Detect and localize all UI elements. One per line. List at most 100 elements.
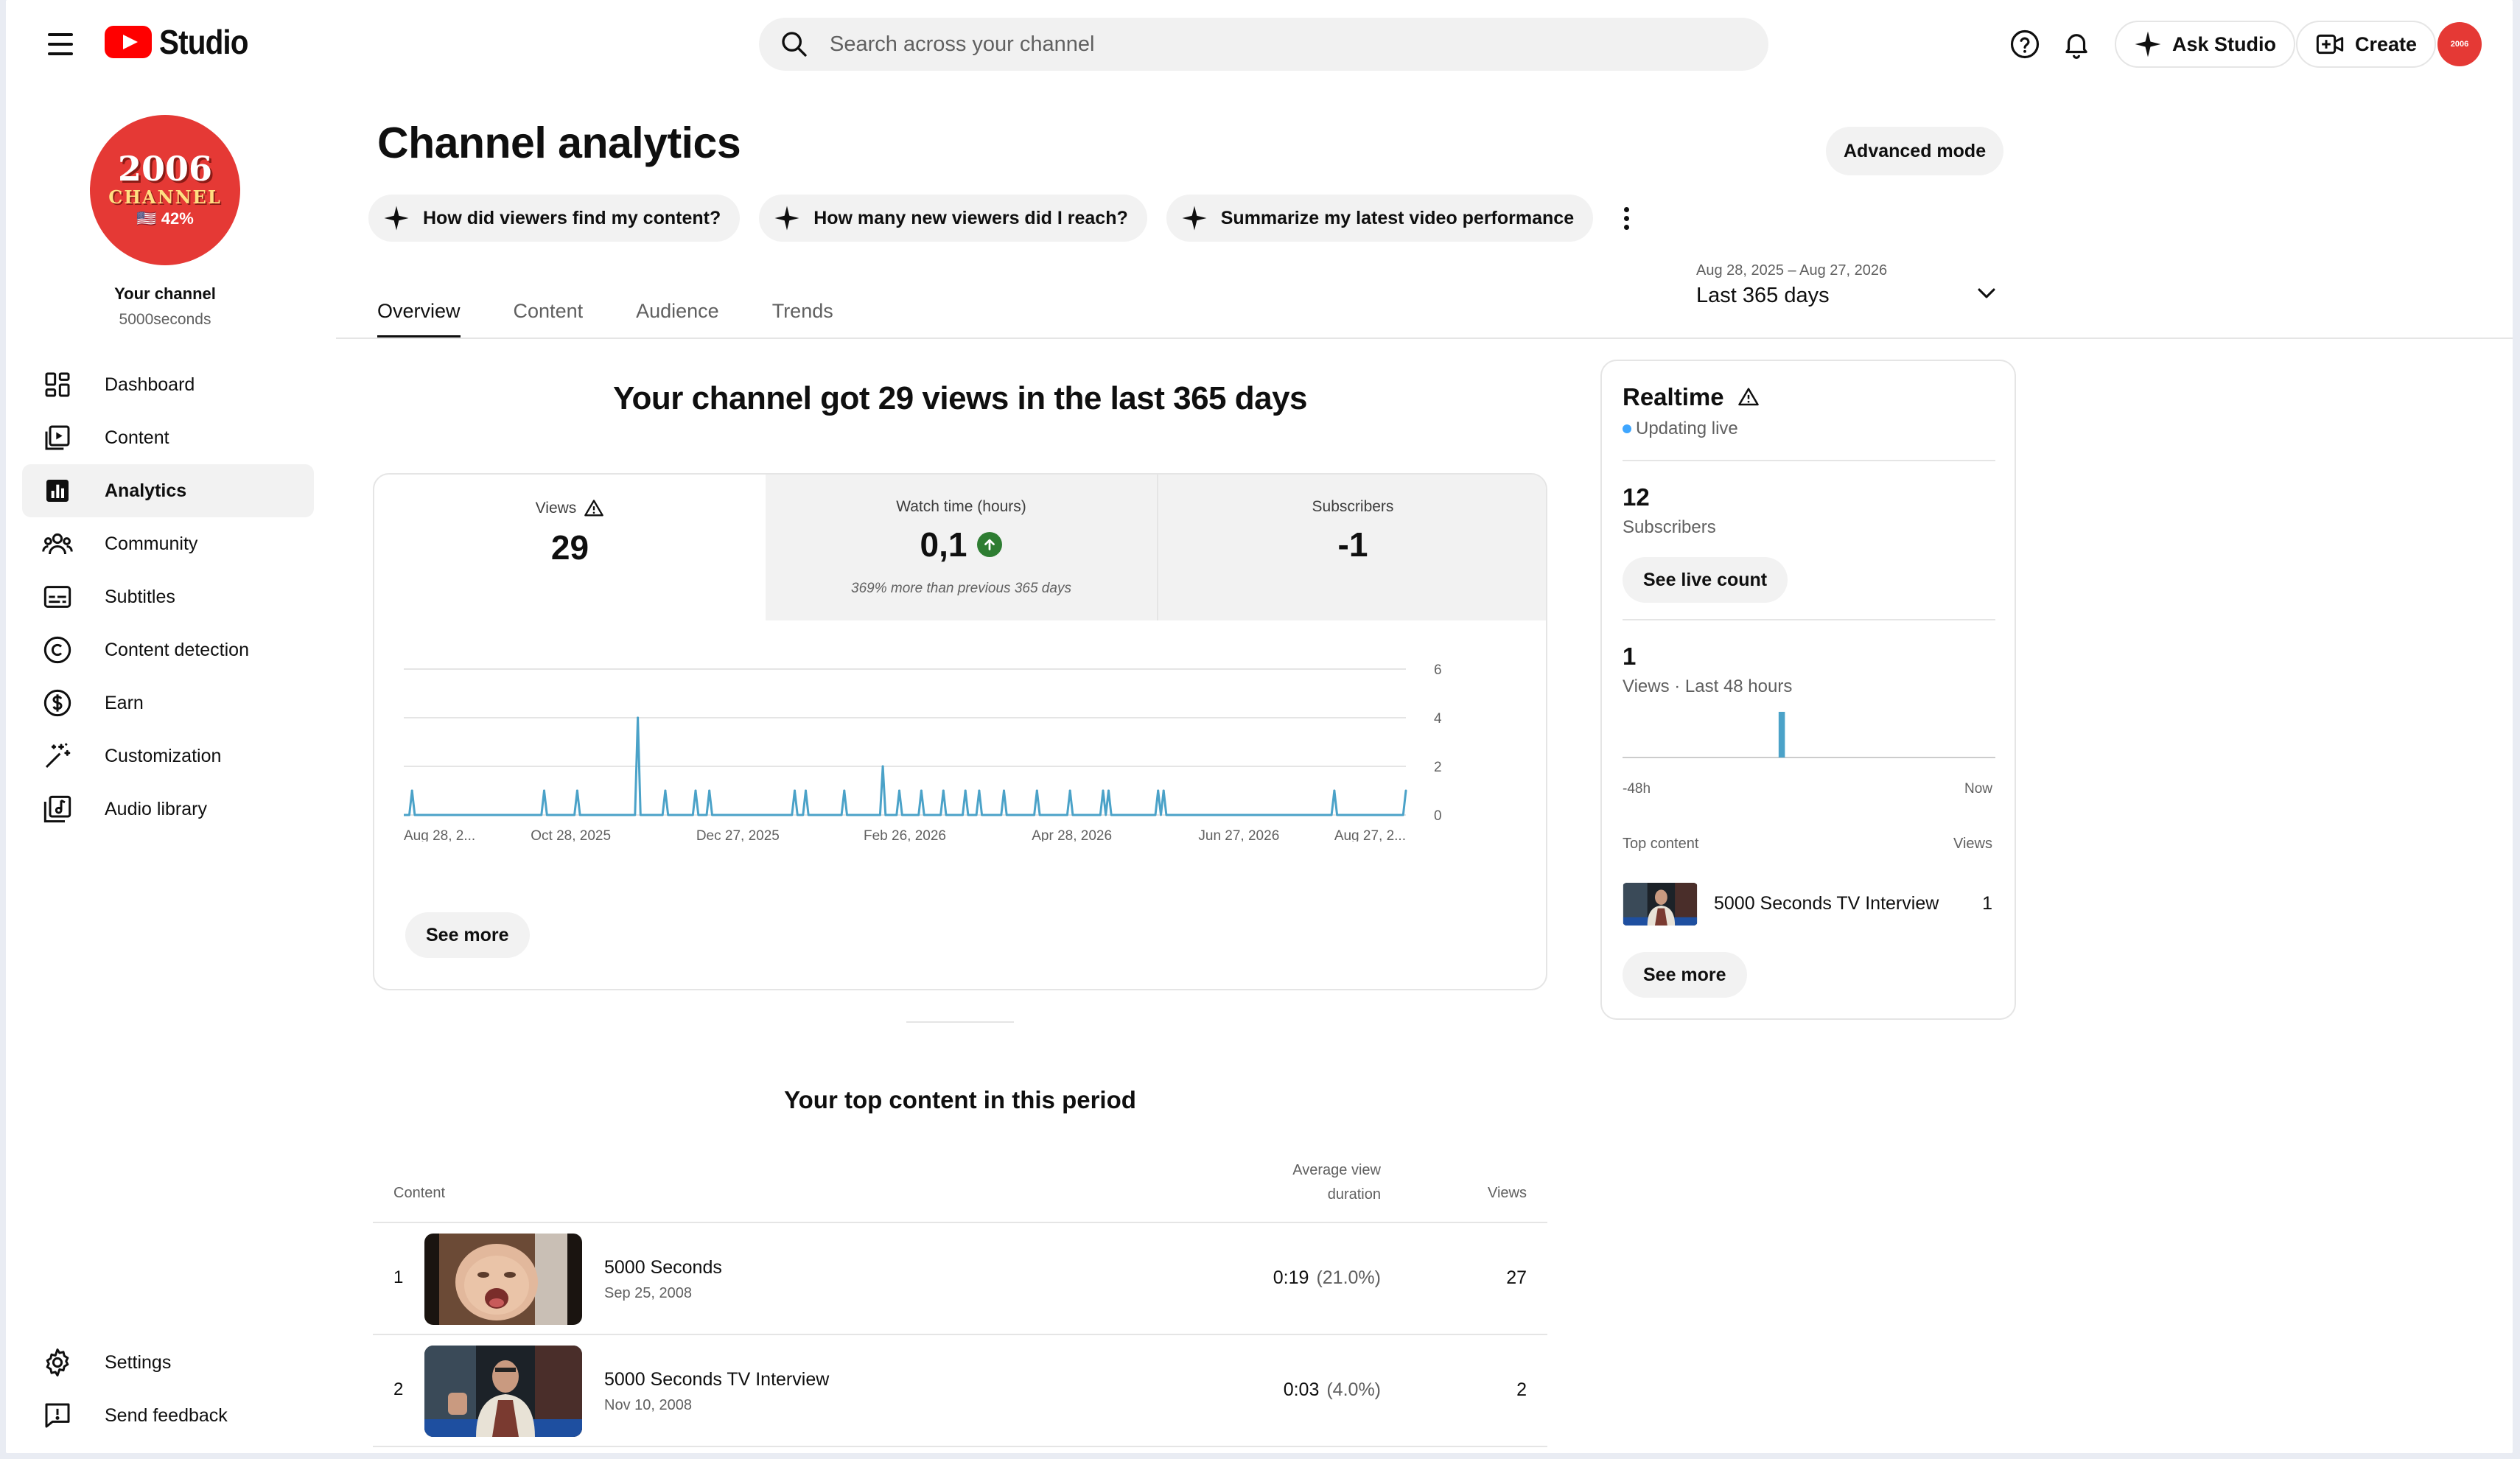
- chart-data-point: [575, 789, 578, 792]
- chart-data-point: [804, 789, 807, 792]
- sidebar-nav: Dashboard Content Analytics Community Su…: [22, 358, 314, 836]
- sidebar-item-audio-library[interactable]: Audio library: [22, 783, 314, 836]
- notifications-bell-icon[interactable]: [2053, 21, 2100, 68]
- advanced-mode-button[interactable]: Advanced mode: [1826, 127, 2004, 175]
- sidebar-item-content-detection[interactable]: Content detection: [22, 623, 314, 676]
- views-headline: Your channel got 29 views in the last 36…: [612, 380, 1308, 416]
- realtime-divider: [1623, 619, 1995, 620]
- studio-logo[interactable]: Studio: [105, 22, 260, 62]
- sidebar-item-earn[interactable]: Earn: [22, 676, 314, 730]
- video-thumbnail[interactable]: [424, 1234, 582, 1325]
- table-divider: [373, 1334, 1547, 1335]
- column-header-avg-duration[interactable]: Average view duration: [1259, 1158, 1381, 1207]
- channel-avatar-year: 2006: [117, 149, 213, 189]
- warning-icon[interactable]: [1737, 386, 1760, 408]
- chart-data-point: [410, 789, 413, 792]
- chart-data-point: [1068, 789, 1071, 792]
- create-button[interactable]: Create: [2296, 21, 2437, 68]
- sidebar-item-dashboard[interactable]: Dashboard: [22, 358, 314, 411]
- chart-data-point: [1102, 789, 1105, 792]
- account-avatar-text: 2006: [2450, 39, 2469, 49]
- search-bar[interactable]: [759, 18, 1768, 71]
- channel-avatar[interactable]: 2006 CHANNEL 🇺🇸 42%: [90, 115, 240, 265]
- realtime-video-title[interactable]: 5000 Seconds TV Interview: [1714, 893, 1939, 914]
- duration-pct: (4.0%): [1326, 1379, 1381, 1400]
- chart-y-tick-label: 0: [1434, 808, 1442, 824]
- content-icon: [41, 421, 74, 454]
- sparkle-icon: [2135, 31, 2161, 57]
- channel-avatar-pct: 🇺🇸 42%: [136, 209, 194, 228]
- chip-find-content[interactable]: How did viewers find my content?: [368, 195, 741, 242]
- analytics-icon: [41, 475, 74, 507]
- audio-library-icon: [41, 793, 74, 825]
- youtube-logo-icon: [105, 26, 152, 58]
- metric-watch-time-label-row: Watch time (hours): [766, 498, 1157, 516]
- chart-x-tick-label: Dec 27, 2025: [696, 828, 780, 842]
- tab-content[interactable]: Content: [514, 284, 584, 337]
- chip-summarize-video[interactable]: Summarize my latest video performance: [1166, 195, 1594, 242]
- ask-studio-button[interactable]: Ask Studio: [2115, 21, 2296, 68]
- avg-view-duration: 0:19 (21.0%): [1147, 1267, 1381, 1289]
- top-content-title: Your top content in this period: [784, 1086, 1136, 1113]
- metric-watch-time[interactable]: Watch time (hours) 0,1 369% more than pr…: [766, 475, 1157, 620]
- channel-handle: 5000seconds: [119, 311, 211, 328]
- tab-audience[interactable]: Audience: [636, 284, 719, 337]
- sidebar-item-send-feedback[interactable]: Send feedback: [22, 1389, 314, 1442]
- overview-card: Views 29 Watch time (hours) 0,1 369% mor…: [373, 473, 1547, 990]
- realtime-divider: [1623, 460, 1995, 461]
- realtime-title-row: Realtime: [1623, 383, 1760, 411]
- sidebar-item-content[interactable]: Content: [22, 411, 314, 464]
- tab-overview[interactable]: Overview: [377, 284, 461, 339]
- chart-data-point: [1157, 789, 1160, 792]
- realtime-see-more-button[interactable]: See more: [1623, 952, 1747, 998]
- create-label: Create: [2355, 32, 2418, 55]
- sidebar-item-settings[interactable]: Settings: [22, 1336, 314, 1389]
- date-range-dates: Aug 28, 2025 – Aug 27, 2026: [1696, 262, 1888, 279]
- date-range-picker[interactable]: Aug 28, 2025 – Aug 27, 2026 Last 365 day…: [1696, 262, 1887, 308]
- account-avatar[interactable]: 2006: [2437, 22, 2482, 66]
- realtime-card: Realtime Updating live 12 Subscribers Se…: [1600, 360, 2016, 1020]
- chip-new-viewers[interactable]: How many new viewers did I reach?: [759, 195, 1147, 242]
- metric-watch-time-note: 369% more than previous 365 days: [851, 581, 1071, 596]
- page-title: Channel analytics: [377, 119, 741, 167]
- realtime-views-sparkline[interactable]: [1623, 701, 1995, 760]
- sidebar-item-subtitles[interactable]: Subtitles: [22, 570, 314, 623]
- chevron-down-icon[interactable]: [1972, 279, 2001, 308]
- video-title[interactable]: 5000 Seconds TV Interview: [604, 1369, 829, 1390]
- video-title[interactable]: 5000 Seconds: [604, 1257, 722, 1278]
- sidebar-item-label: Send feedback: [105, 1404, 228, 1426]
- table-row[interactable]: 2 5000 Seconds TV Interview Nov 10, 2008…: [373, 1337, 1547, 1447]
- chart-y-tick-label: 2: [1434, 760, 1442, 775]
- warning-icon: [584, 500, 604, 517]
- realtime-axis-start: -48h: [1623, 781, 1651, 797]
- metric-views-value: 29: [550, 528, 589, 567]
- sidebar-item-analytics[interactable]: Analytics: [22, 464, 314, 517]
- chart-data-point: [1107, 789, 1110, 792]
- video-date: Sep 25, 2008: [604, 1285, 692, 1301]
- table-row[interactable]: 1 5000 Seconds Sep 25, 2008 0:19 (21.0%) …: [373, 1225, 1547, 1335]
- see-more-button[interactable]: See more: [405, 912, 530, 958]
- metric-views[interactable]: Views 29: [374, 475, 766, 620]
- sparkle-icon: [774, 206, 799, 231]
- video-date: Nov 10, 2008: [604, 1397, 692, 1413]
- realtime-video-thumbnail[interactable]: [1623, 883, 1698, 926]
- more-options-icon[interactable]: [1615, 195, 1637, 242]
- sidebar-item-customization[interactable]: Customization: [22, 730, 314, 783]
- sidebar-item-community[interactable]: Community: [22, 517, 314, 570]
- tab-trends[interactable]: Trends: [772, 284, 833, 337]
- video-thumbnail[interactable]: [424, 1346, 582, 1437]
- metric-views-label: Views: [535, 500, 577, 517]
- help-icon[interactable]: [2001, 21, 2048, 68]
- gear-icon: [41, 1346, 74, 1379]
- chip-label: Summarize my latest video performance: [1220, 207, 1575, 228]
- search-icon[interactable]: [778, 28, 811, 60]
- live-dot-icon: [1623, 424, 1631, 433]
- row-views: 27: [1506, 1267, 1527, 1288]
- views-line-chart[interactable]: 0 2 4 6 Aug 28, 2... Oct 28, 2025 Dec 27, 2025…: [374, 620, 1546, 842]
- metric-subscribers[interactable]: Subscribers -1: [1157, 475, 1546, 620]
- duration-pct: (21.0%): [1316, 1267, 1381, 1288]
- search-input[interactable]: [828, 31, 1715, 57]
- menu-icon[interactable]: [38, 27, 83, 62]
- column-header-views[interactable]: Views: [1455, 1185, 1527, 1202]
- see-live-count-button[interactable]: See live count: [1623, 557, 1788, 603]
